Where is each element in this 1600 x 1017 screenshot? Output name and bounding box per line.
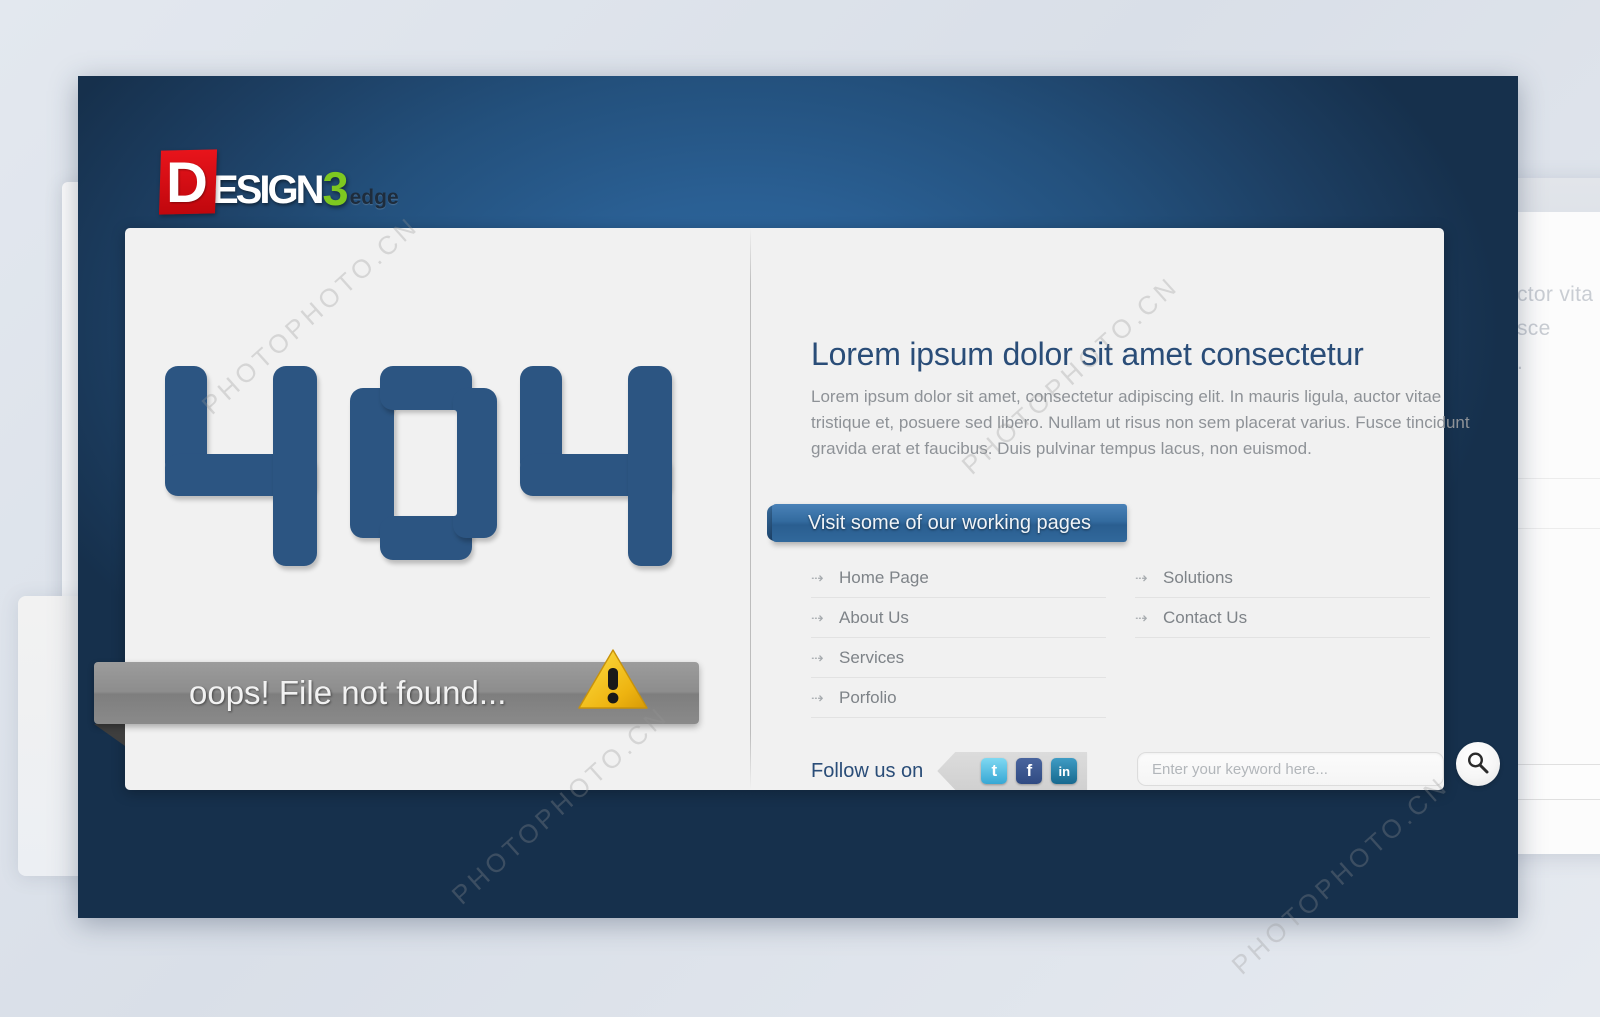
link-item-about-us[interactable]: ⇢ About Us — [811, 598, 1106, 638]
link-item-solutions[interactable]: ⇢ Solutions — [1135, 558, 1430, 598]
arrow-icon: ⇢ — [811, 689, 824, 707]
zero-counter — [395, 410, 457, 516]
oops-message: oops! File not found... — [189, 674, 507, 711]
link-item-contact-us[interactable]: ⇢ Contact Us — [1135, 598, 1430, 638]
working-pages-ribbon: Visit some of our working pages — [772, 504, 1127, 542]
logo-text-three: 3 — [322, 162, 349, 215]
link-item-porfolio[interactable]: ⇢ Porfolio — [811, 678, 1106, 718]
site-logo[interactable]: D ESIGN 3 edge — [158, 142, 399, 215]
link-item-services[interactable]: ⇢ Services — [811, 638, 1106, 678]
working-pages-label: Visit some of our working pages — [807, 511, 1092, 534]
arrow-icon: ⇢ — [1135, 609, 1148, 627]
main-stage: D ESIGN 3 edge oops! File not found... L… — [78, 76, 1518, 918]
facebook-glyph: f — [1026, 761, 1033, 780]
search-box[interactable] — [1137, 752, 1444, 786]
social-icons-container: t f in — [937, 752, 1088, 790]
arrow-icon: ⇢ — [811, 569, 824, 587]
oops-ribbon-fold — [94, 724, 125, 746]
content-card: oops! File not found... Lorem ipsum dolo… — [94, 228, 1500, 790]
oops-ribbon: oops! File not found... — [94, 649, 699, 724]
link-list-column-1: ⇢ Home Page ⇢ About Us ⇢ Services ⇢ Porf… — [811, 558, 1106, 718]
follow-us-label: Follow us on — [811, 759, 924, 782]
ghost-text-line-2: usce — [1505, 317, 1551, 340]
page-paragraph: Lorem ipsum dolor sit amet, consectetur … — [811, 387, 1470, 458]
search-icon — [1465, 750, 1491, 779]
link-label: About Us — [839, 607, 909, 627]
link-label: Home Page — [839, 567, 929, 587]
search-button[interactable] — [1456, 742, 1500, 786]
card-vertical-divider — [750, 228, 751, 790]
link-label: Contact Us — [1163, 607, 1248, 627]
facebook-icon[interactable]: f — [1016, 758, 1043, 784]
ghost-text-line-1: uctor vita — [1505, 283, 1594, 306]
ghost-text-line-3: d. — [1505, 346, 1600, 380]
link-label: Solutions — [1163, 567, 1233, 587]
link-item-home-page[interactable]: ⇢ Home Page — [811, 558, 1106, 598]
arrow-icon: ⇢ — [1135, 569, 1148, 587]
twitter-glyph: t — [991, 761, 998, 780]
arrow-icon: ⇢ — [811, 609, 824, 627]
linkedin-icon[interactable]: in — [1051, 758, 1078, 784]
logo-letter-d: D — [165, 150, 208, 215]
link-list-column-2: ⇢ Solutions ⇢ Contact Us — [1135, 558, 1430, 638]
twitter-icon[interactable]: t — [981, 758, 1008, 784]
warning-triangle-icon — [577, 646, 649, 712]
follow-us-block: Follow us on t f in — [811, 752, 1088, 790]
page-title: Lorem ipsum dolor sit amet consectetur — [811, 336, 1364, 372]
logo-text-edge: edge — [349, 186, 399, 209]
logo-text-esign: ESIGN — [212, 168, 324, 212]
search-input[interactable] — [1150, 759, 1434, 779]
error-code-404 — [165, 358, 695, 568]
link-label: Porfolio — [839, 687, 897, 707]
desktop-background: uctor vita usce d. D ESIGN 3 edge — [0, 0, 1600, 1017]
arrow-icon: ⇢ — [811, 649, 824, 667]
link-label: Services — [839, 647, 905, 667]
linkedin-glyph: in — [1058, 763, 1071, 779]
logo-red-box: D — [158, 149, 218, 215]
